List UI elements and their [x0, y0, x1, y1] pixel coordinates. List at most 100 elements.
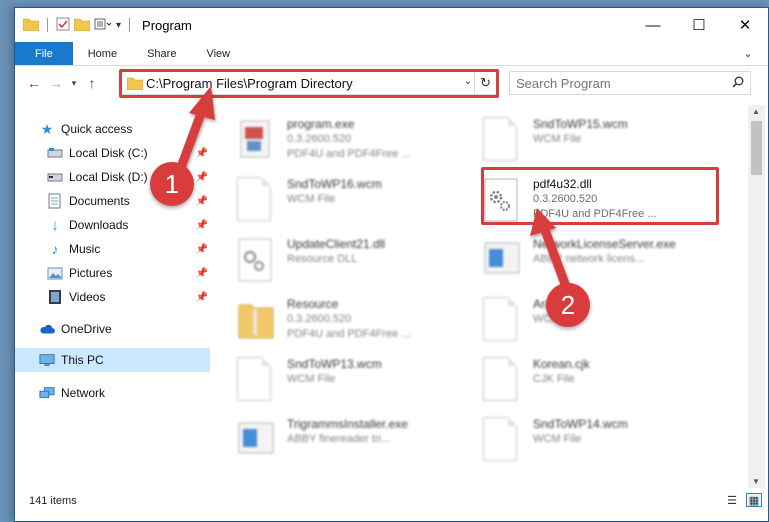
pin-icon: 📌 [195, 195, 208, 207]
sidebar-item-music[interactable]: ♪ Music 📌 [15, 237, 210, 261]
documents-icon [47, 193, 63, 209]
sidebar-item-label: Local Disk (C:) [69, 146, 148, 160]
videos-icon [47, 289, 63, 305]
tab-file[interactable]: File [15, 42, 73, 65]
blank-file-icon [483, 417, 521, 465]
divider [129, 18, 131, 32]
pin-icon: 📌 [195, 291, 208, 303]
pin-icon: 📌 [195, 147, 208, 159]
file-item-resource[interactable]: Resource 0.3.2600.520 PDF4U and PDF4Free… [237, 293, 477, 351]
blank-file-icon [483, 117, 521, 165]
pin-icon: 📌 [195, 243, 208, 255]
folder-icon [22, 17, 40, 34]
sidebar-item-local-disk-c[interactable]: Local Disk (C:) 📌 [15, 141, 210, 165]
file-type: Resource DLL [287, 253, 358, 265]
file-item-korean[interactable]: Korean.cjk CJK File [483, 353, 723, 411]
customize-view-icon[interactable] [94, 17, 112, 34]
file-item-sndtowp16[interactable]: SndToWP16.wcm WCM File [237, 173, 477, 231]
dll-gear-icon [237, 237, 275, 285]
forward-arrow-icon[interactable]: → [45, 72, 67, 94]
file-name: UpdateClient21.dll [287, 237, 386, 251]
cloud-icon [39, 321, 55, 337]
file-item-sndtowp13[interactable]: SndToWP13.wcm WCM File [237, 353, 477, 411]
file-item-sndtowp14[interactable]: SndToWP14.wcm WCM File [483, 413, 723, 471]
file-item-arabic[interactable]: Arabic.dd WCM File [483, 293, 723, 351]
blank-file-icon [483, 357, 521, 405]
minimize-button[interactable]: — [630, 8, 676, 42]
recent-locations-chevron-icon[interactable]: ▾ [67, 72, 81, 94]
file-item-networklicenseserver[interactable]: NetworkLicenseServer.exe ABBY network li… [483, 233, 723, 291]
item-count: 141 items [29, 495, 77, 507]
file-name: TrigrammsInstaller.exe [287, 417, 408, 431]
file-version: 0.3.2600.520 [287, 133, 352, 145]
file-name: SndToWP14.wcm [533, 417, 628, 431]
navigation-row: ← → ▾ ↑ C:\Program Files\Program Directo… [15, 66, 768, 100]
file-explorer-window: ▾ Program — ☐ ✕ File Home Share View ⌄ ←… [14, 7, 769, 522]
address-highlight-box [119, 69, 499, 98]
quick-access-toolbar: ▾ [15, 17, 134, 34]
tab-view[interactable]: View [191, 42, 245, 65]
file-item-program-exe[interactable]: program.exe 0.3.2600.520 PDF4U and PDF4F… [237, 113, 477, 171]
title-bar: ▾ Program — ☐ ✕ [15, 8, 768, 42]
file-item-trigrammsinstaller[interactable]: TrigrammsInstaller.exe ABBY finereader t… [237, 413, 477, 471]
expand-ribbon-icon[interactable]: ⌄ [728, 42, 768, 65]
search-box[interactable] [509, 71, 751, 95]
sidebar-item-videos[interactable]: Videos 📌 [15, 285, 210, 309]
step-badge-2: 2 [546, 283, 590, 327]
scrollbar-thumb[interactable] [751, 121, 762, 175]
zip-folder-icon [237, 297, 275, 345]
blank-file-icon [483, 297, 521, 345]
vertical-scrollbar[interactable]: ▲ ▼ [748, 105, 765, 488]
file-version: 0.3.2600.520 [287, 313, 352, 325]
sidebar-item-label: Downloads [69, 218, 129, 232]
view-switcher: ☰ ▦ [724, 493, 762, 507]
file-type: CJK File [533, 373, 575, 385]
sidebar-item-pictures[interactable]: Pictures 📌 [15, 261, 210, 285]
pin-icon: 📌 [195, 219, 208, 231]
scroll-down-icon[interactable]: ▼ [752, 477, 760, 486]
star-icon: ★ [40, 120, 54, 137]
sidebar-item-label: Quick access [61, 122, 133, 136]
chevron-down-icon[interactable]: ▾ [116, 20, 121, 31]
sidebar-item-label: This PC [61, 353, 104, 367]
new-folder-icon[interactable] [73, 17, 91, 34]
app-window-icon [237, 417, 275, 465]
file-item-updateclient21[interactable]: UpdateClient21.dll Resource DLL [237, 233, 477, 291]
file-type: WCM File [287, 193, 336, 205]
sidebar-item-onedrive[interactable]: OneDrive [15, 317, 210, 341]
file-type: WCM File [533, 433, 582, 445]
sidebar-item-quick-access[interactable]: ★ Quick access [15, 117, 210, 141]
details-view-icon[interactable]: ☰ [724, 493, 740, 507]
tiles-view-icon[interactable]: ▦ [746, 493, 762, 507]
file-name: NetworkLicenseServer.exe [533, 237, 676, 251]
sidebar-item-downloads[interactable]: ↓ Downloads 📌 [15, 213, 210, 237]
blank-file-icon [237, 357, 275, 405]
file-name: program.exe [287, 117, 355, 131]
up-arrow-icon[interactable]: ↑ [81, 72, 103, 94]
window-title: Program [142, 17, 192, 33]
app-window-icon [483, 237, 521, 285]
file-name: SndToWP15.wcm [533, 117, 628, 131]
step-badge-1: 1 [150, 162, 194, 206]
tab-home[interactable]: Home [73, 42, 132, 65]
sidebar-item-label: Documents [69, 194, 130, 208]
search-input[interactable] [516, 75, 726, 91]
sidebar-item-network[interactable]: Network [15, 381, 210, 405]
file-type: WCM File [287, 373, 336, 385]
sidebar-item-label: OneDrive [61, 322, 112, 336]
back-arrow-icon[interactable]: ← [23, 72, 45, 94]
sidebar-item-label: Pictures [69, 266, 113, 280]
file-company: PDF4U and PDF4Free ... [287, 328, 411, 340]
file-item-sndtowp15[interactable]: SndToWP15.wcm WCM File [483, 113, 723, 171]
scroll-up-icon[interactable]: ▲ [752, 107, 760, 116]
properties-icon[interactable] [56, 17, 70, 34]
tab-share[interactable]: Share [132, 42, 191, 65]
maximize-button[interactable]: ☐ [676, 8, 722, 42]
divider [47, 18, 48, 32]
search-icon[interactable] [732, 76, 744, 91]
close-button[interactable]: ✕ [722, 8, 768, 42]
sidebar-item-label: Local Disk (D:) [69, 170, 148, 184]
file-name: Korean.cjk [533, 357, 590, 371]
sidebar-item-this-pc[interactable]: This PC [15, 348, 210, 372]
network-icon [39, 385, 55, 401]
